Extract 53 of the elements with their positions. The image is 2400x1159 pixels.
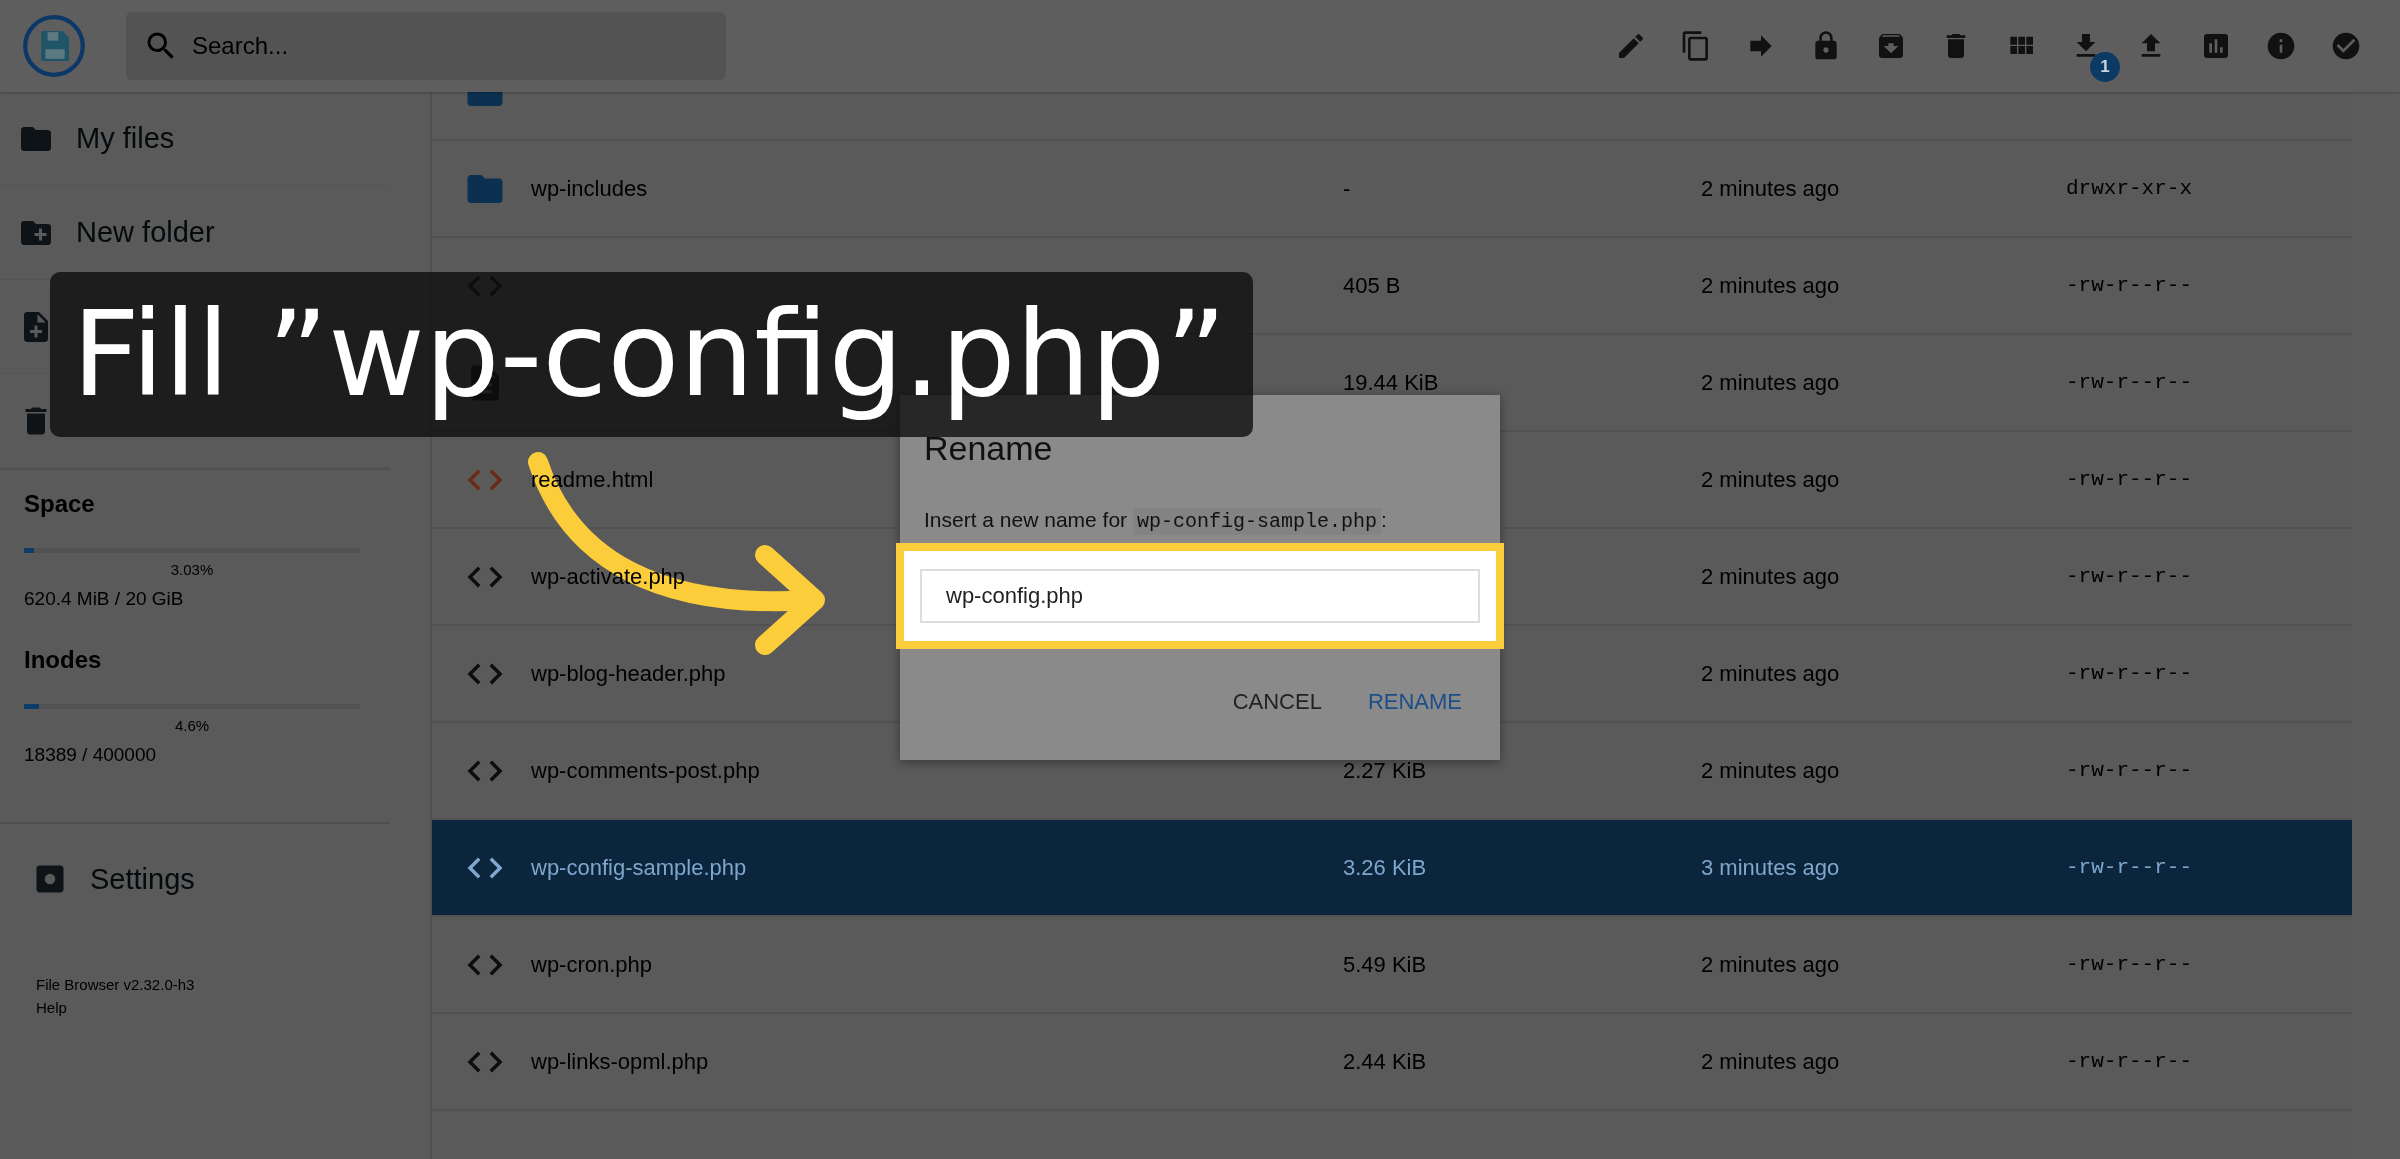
rename-button[interactable]: RENAME [1359, 679, 1470, 725]
file-modified: 2 minutes ago [1701, 951, 1840, 977]
file-modified: 2 minutes ago [1701, 175, 1840, 201]
file-permissions: -rw-r--r-- [2066, 662, 2193, 685]
instruction-tooltip: Fill ”wp-config.php” [50, 272, 1253, 437]
usage-percent: 3.03% [170, 561, 214, 578]
help-link[interactable]: Help [36, 999, 67, 1016]
file-permissions: drwxr-xr-x [2066, 177, 2193, 200]
file-modified: 2 minutes ago [1701, 563, 1840, 589]
file-size: 19.44 KiB [1343, 369, 1439, 395]
file-size: 2.27 KiB [1343, 757, 1427, 783]
file-name: wp-links-opml.php [531, 1048, 709, 1074]
file-name: wp-config-sample.php [531, 854, 747, 880]
file-permissions: -rw-r--r-- [2066, 468, 2193, 491]
file-modified: 3 minutes ago [1701, 854, 1840, 880]
count-badge: 1 [2090, 52, 2120, 82]
file-permissions: -rw-r--r-- [2066, 371, 2193, 394]
file-name: wp-comments-post.php [531, 757, 760, 783]
file-permissions: -rw-r--r-- [2066, 856, 2193, 879]
file-size: 405 B [1343, 272, 1401, 298]
file-modified: 2 minutes ago [1701, 660, 1840, 686]
version-text: File Browser v2.32.0-h3 [36, 976, 195, 993]
file-modified: 2 minutes ago [1701, 466, 1840, 492]
usage-title: Inodes [24, 646, 102, 674]
file-name: wp-includes [531, 175, 648, 201]
usage-title: Space [24, 490, 95, 518]
file-row[interactable]: wp-config-sample.php 3.26 KiB 3 minutes ago -rw-r--r-- [432, 820, 2352, 917]
file-permissions: -rw-r--r-- [2066, 759, 2193, 782]
file-modified: 2 minutes ago [1701, 1048, 1840, 1074]
name-input[interactable]: wp-config.php [920, 569, 1480, 623]
file-size: 5.49 KiB [1343, 951, 1427, 977]
file-permissions: -rw-r--r-- [2066, 274, 2193, 297]
file-modified: 2 minutes ago [1701, 272, 1840, 298]
file-modified: 2 minutes ago [1701, 757, 1840, 783]
file-row[interactable]: wp-cron.php 5.49 KiB 2 minutes ago -rw-r--r-- [432, 917, 2352, 1014]
cancel-button[interactable]: CANCEL [1224, 679, 1330, 725]
usage-detail: 620.4 MiB / 20 GiB [24, 588, 184, 610]
settings-item[interactable]: Settings [0, 824, 430, 934]
file-size: - [1343, 175, 1351, 201]
usage-detail: 18389 / 400000 [24, 744, 157, 766]
file-size: 2.44 KiB [1343, 1048, 1427, 1074]
file-permissions: -rw-r--r-- [2066, 953, 2193, 976]
file-permissions: -rw-r--r-- [2066, 565, 2193, 588]
file-name: wp-blog-header.php [531, 660, 726, 686]
file-row[interactable]: wp-includes - 2 minutes ago drwxr-xr-x [432, 141, 2352, 238]
sidebar-item[interactable]: My files [0, 92, 390, 186]
file-size: 3.26 KiB [1343, 854, 1427, 880]
file-row[interactable]: wp-links-opml.php 2.44 KiB 2 minutes ago -rw-r--r-- [432, 1014, 2352, 1111]
search-field[interactable]: Search... [126, 12, 726, 80]
file-name: wp-cron.php [531, 951, 653, 977]
file-modified: 2 minutes ago [1701, 369, 1840, 395]
usage-percent: 4.6% [174, 717, 210, 734]
file-permissions: -rw-r--r-- [2066, 1050, 2193, 1073]
